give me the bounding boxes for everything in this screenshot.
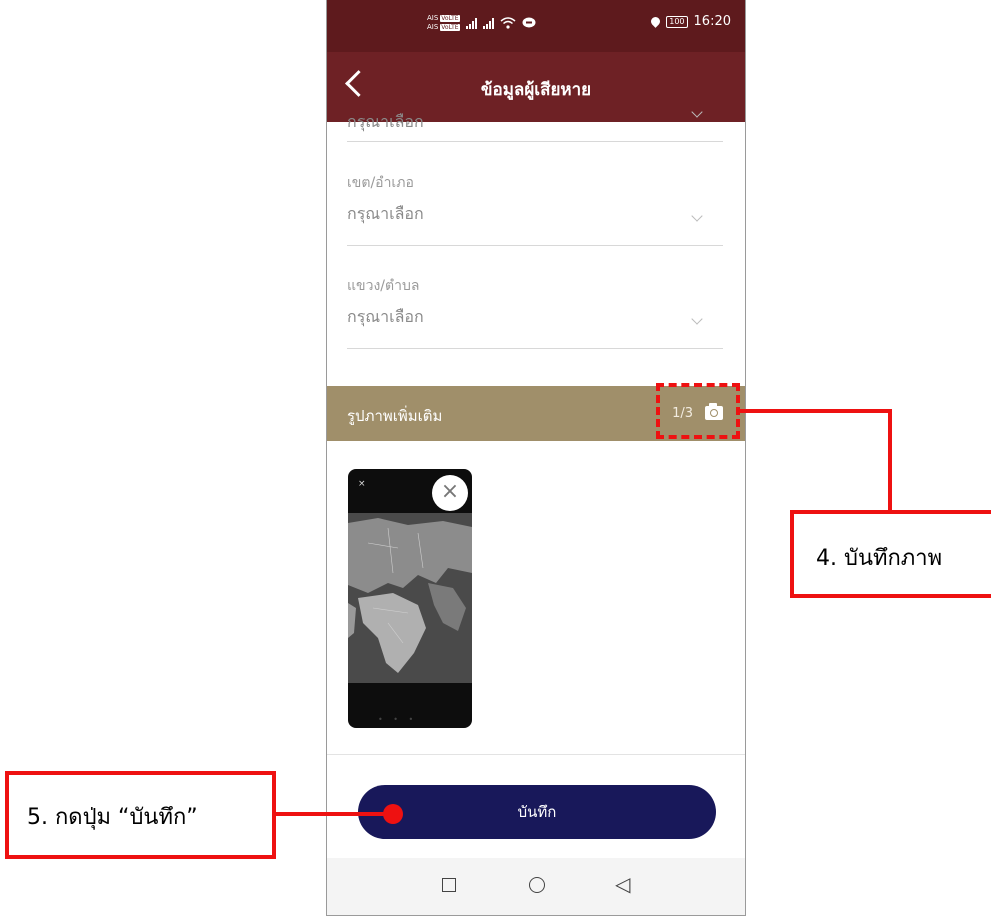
district-value: กรุณาเลือก: [347, 204, 424, 223]
step5-dot: [383, 804, 403, 824]
camera-highlight-box: [656, 383, 740, 439]
subdistrict-label: แขวง/ตำบล: [347, 278, 420, 294]
battery-icon: 100: [666, 15, 688, 28]
step5-label: 5. กดปุ่ม “บันทึก”: [27, 805, 198, 830]
volte-badge-1: VoLTE: [440, 15, 460, 22]
carrier-labels: AIS VoLTE AIS VoLTE: [427, 14, 460, 32]
thumbnail-caption: • • •: [378, 715, 418, 724]
page-title: ข้อมูลผู้เสียหาย: [480, 80, 592, 100]
location-pin-icon: [649, 15, 663, 28]
step4-callout: 4. บันทึกภาพ: [790, 510, 991, 598]
system-nav-bar: ◁: [327, 858, 745, 915]
step5-callout: 5. กดปุ่ม “บันทึก”: [5, 771, 276, 859]
triangle-back-icon[interactable]: ◁: [615, 872, 630, 896]
subdistrict-value: กรุณาเลือก: [347, 307, 424, 326]
subdistrict-field[interactable]: แขวง/ตำบล กรุณาเลือก: [347, 275, 723, 351]
status-time: 16:20: [693, 14, 731, 29]
carrier-2: AIS VoLTE: [427, 23, 460, 32]
province-value: กรุณาเลือก: [347, 112, 424, 131]
district-field[interactable]: เขต/อำเภอ กรุณาเลือก: [347, 172, 723, 248]
circle-icon[interactable]: [529, 877, 545, 893]
chevron-down-icon: [691, 108, 703, 118]
phone-screen: AIS VoLTE AIS VoLTE 100 16:20 ข้อมูลผู้เสี…: [326, 0, 746, 916]
signal-2-icon: [482, 17, 494, 29]
carrier-1: AIS VoLTE: [427, 14, 460, 23]
footer-divider: [327, 754, 745, 755]
carrier-1-text: AIS: [427, 14, 439, 22]
world-map-image: [348, 513, 472, 683]
thumbnail-corner-mark: ×: [358, 479, 366, 489]
wifi-icon: [500, 17, 516, 29]
field-divider: [347, 348, 723, 349]
step4-label: 4. บันทึกภาพ: [816, 546, 943, 571]
callout-line-4a: [740, 409, 892, 413]
callout-line-5: [272, 812, 390, 816]
photo-thumbnail[interactable]: × × • • •: [348, 469, 472, 728]
status-bar: AIS VoLTE AIS VoLTE 100 16:20: [327, 0, 745, 52]
carrier-2-text: AIS: [427, 23, 439, 31]
status-right: 100 16:20: [649, 14, 731, 29]
signal-area: AIS VoLTE AIS VoLTE: [427, 14, 536, 32]
volte-badge-2: VoLTE: [440, 24, 460, 31]
field-divider: [347, 245, 723, 246]
save-button[interactable]: บันทึก: [358, 785, 716, 839]
callout-line-4b: [888, 409, 892, 513]
province-field-partial[interactable]: กรุณาเลือก: [347, 108, 723, 148]
line-chat-icon: [522, 17, 536, 28]
signal-1-icon: [465, 17, 477, 29]
square-icon[interactable]: [442, 878, 456, 892]
district-label: เขต/อำเภอ: [347, 175, 414, 191]
photos-section-title: รูปภาพเพิ่มเติม: [347, 407, 443, 425]
remove-photo-button[interactable]: ×: [432, 475, 468, 511]
field-divider: [347, 141, 723, 142]
